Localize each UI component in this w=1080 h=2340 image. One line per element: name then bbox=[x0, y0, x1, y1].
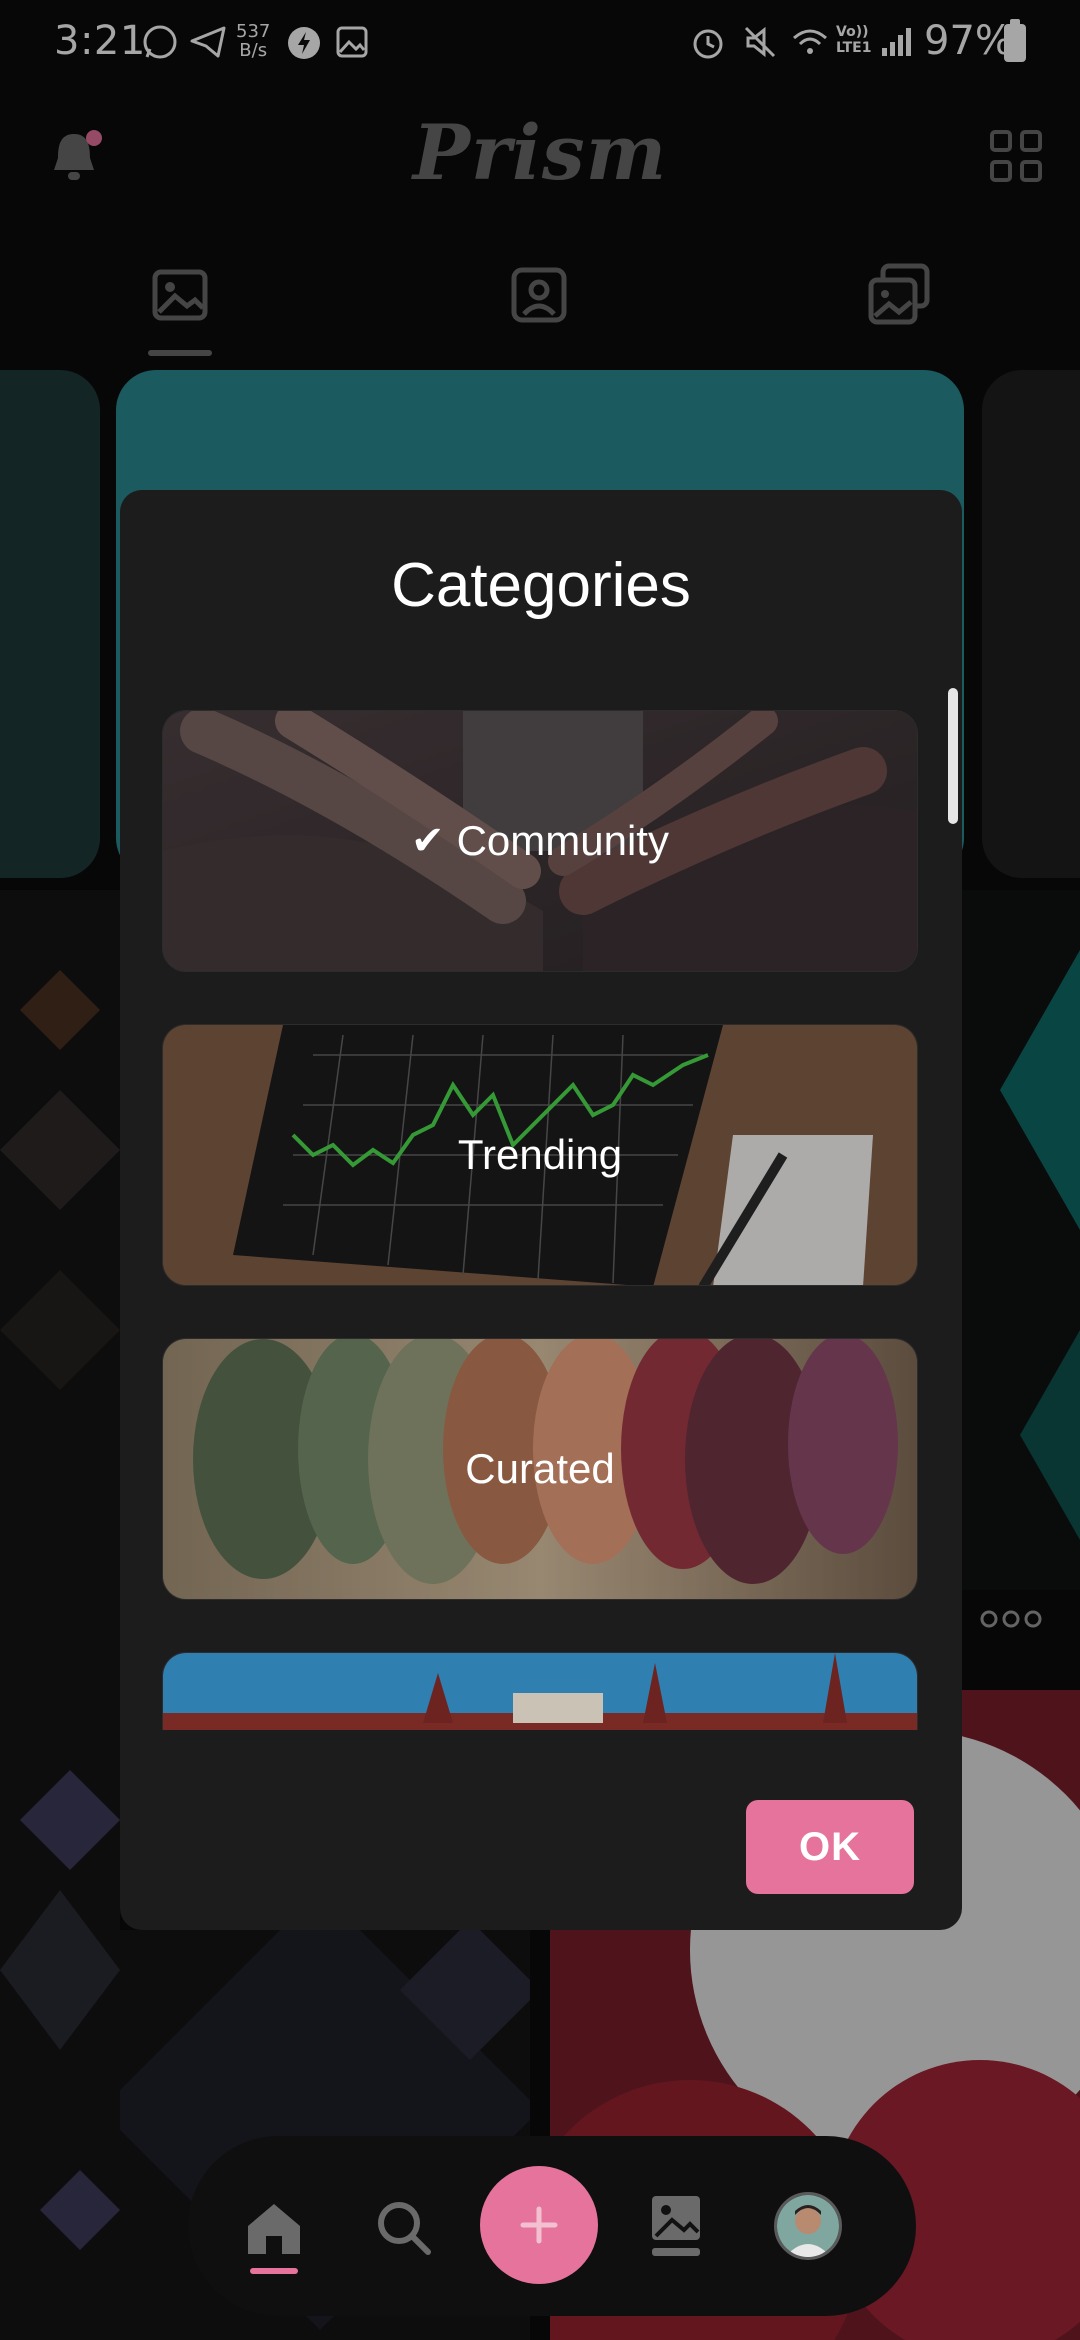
plus-icon bbox=[520, 2206, 558, 2244]
category-label-curated: Curated bbox=[163, 1445, 917, 1493]
home-active-indicator bbox=[250, 2268, 298, 2274]
add-button[interactable] bbox=[480, 2166, 598, 2284]
categories-dialog: Categories ✔ Community Trending Curated … bbox=[120, 490, 962, 1930]
home-icon[interactable] bbox=[242, 2196, 306, 2260]
ok-button[interactable]: OK bbox=[746, 1800, 914, 1894]
wallpaper-setup-icon[interactable] bbox=[646, 2192, 706, 2260]
search-icon[interactable] bbox=[372, 2196, 436, 2260]
checkmark-icon: ✔ bbox=[411, 819, 445, 863]
screen: 3:21 537 B/s Vo)) LTE1 97% Prism Categor… bbox=[0, 0, 1080, 2340]
avatar-image bbox=[777, 2195, 839, 2257]
category-label-trending: Trending bbox=[163, 1131, 917, 1179]
category-card-trending[interactable]: Trending bbox=[162, 1024, 918, 1286]
dialog-title: Categories bbox=[391, 551, 691, 620]
category-card-curated[interactable]: Curated bbox=[162, 1338, 918, 1600]
categories-list[interactable]: ✔ Community Trending Curated bbox=[160, 710, 920, 1730]
category-card-community[interactable]: ✔ Community bbox=[162, 710, 918, 972]
category-name: Trending bbox=[457, 1131, 623, 1178]
category-card-partial[interactable] bbox=[162, 1652, 918, 1730]
category-name: Curated bbox=[465, 1445, 615, 1492]
list-scrollbar[interactable] bbox=[948, 688, 958, 824]
category-label-community: ✔ Community bbox=[163, 817, 917, 865]
profile-avatar[interactable] bbox=[774, 2192, 842, 2260]
category-name: Community bbox=[456, 817, 669, 864]
landmark-image bbox=[163, 1653, 917, 1730]
